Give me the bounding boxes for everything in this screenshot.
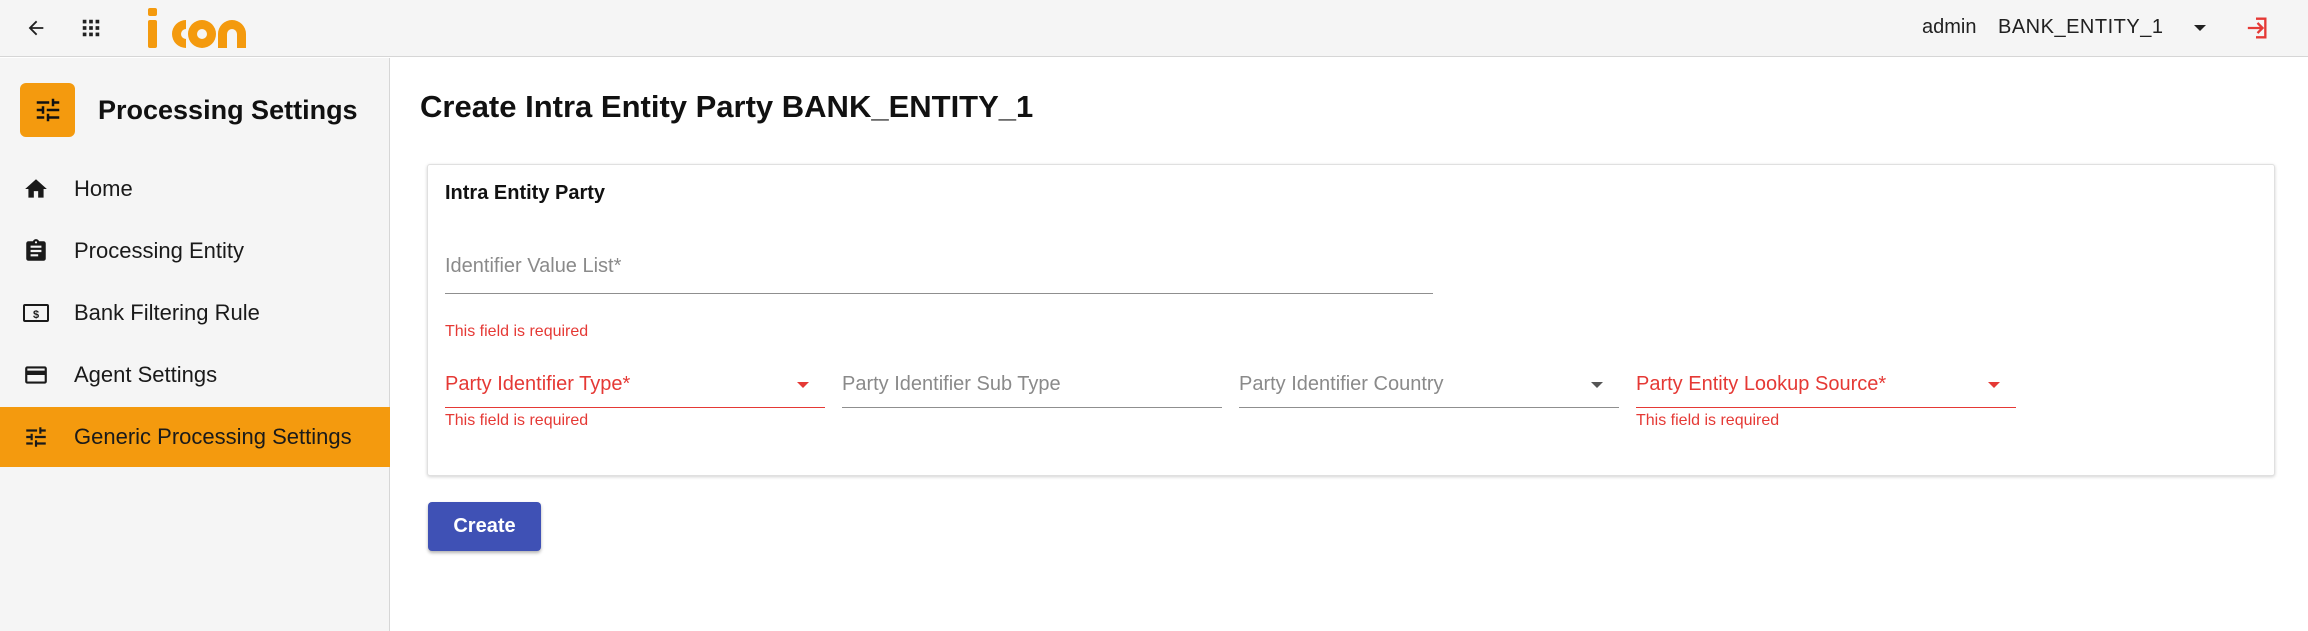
credit-card-icon: [22, 361, 50, 389]
sidebar-title: Processing Settings: [98, 95, 358, 125]
create-button[interactable]: Create: [428, 502, 541, 551]
chevron-down-icon: [793, 375, 813, 395]
sidebar-item-label: Bank Filtering Rule: [74, 300, 260, 325]
sidebar-item-label: Agent Settings: [74, 362, 218, 387]
app-icon: [20, 83, 75, 137]
clipboard-icon: [22, 237, 50, 265]
chevron-down-icon: [1984, 375, 2004, 395]
party-identifier-type-select[interactable]: Party Identifier Type*: [445, 371, 825, 411]
identifier-value-list-underline: [445, 293, 1433, 294]
entity-selector[interactable]: BANK_ENTITY_1: [1998, 16, 2163, 39]
sidebar-item-label: Generic Processing Settings: [74, 424, 352, 449]
chevron-down-icon: [1587, 375, 1607, 395]
sidebar-header: Processing Settings: [20, 83, 380, 137]
logout-button[interactable]: [2240, 12, 2272, 44]
identifier-value-list-label: Identifier Value List*: [445, 255, 622, 277]
svg-text:$: $: [33, 309, 39, 321]
party-identifier-sub-type-underline: [842, 407, 1222, 408]
sidebar-item-label: Home: [74, 176, 133, 201]
sidebar-item-agent-settings[interactable]: Agent Settings: [0, 345, 390, 405]
top-bar: admin BANK_ENTITY_1: [0, 0, 2308, 57]
party-entity-lookup-source-error: This field is required: [1636, 412, 1780, 429]
tune-icon: [36, 98, 59, 122]
entity-dropdown-button[interactable]: [2189, 17, 2211, 39]
home-icon: [22, 175, 50, 203]
logout-icon: [2247, 17, 2267, 39]
back-button[interactable]: [21, 13, 51, 43]
identifier-value-list-field[interactable]: Identifier Value List*: [445, 255, 1445, 295]
tune-icon: [22, 423, 50, 451]
party-identifier-sub-type-label: Party Identifier Sub Type: [842, 373, 1061, 395]
party-identifier-country-label: Party Identifier Country: [1239, 373, 1444, 395]
username: admin: [1922, 16, 1977, 38]
party-entity-lookup-source-underline: [1636, 407, 2016, 408]
party-identifier-country-select[interactable]: Party Identifier Country: [1239, 371, 1619, 411]
party-entity-lookup-source-select[interactable]: Party Entity Lookup Source*: [1636, 371, 2016, 411]
sidebar: Processing Settings Home Processing Enti…: [0, 58, 390, 631]
caret-down-icon: [2194, 25, 2206, 31]
sidebar-item-label: Processing Entity: [74, 238, 244, 263]
arrow-left-icon: [28, 20, 44, 36]
icon-logo: [148, 8, 246, 48]
sidebar-item-processing-entity[interactable]: Processing Entity: [0, 221, 390, 281]
apps-button[interactable]: [76, 13, 106, 43]
money-icon: $: [22, 299, 50, 327]
sidebar-item-bank-filtering-rule[interactable]: $ Bank Filtering Rule: [0, 283, 390, 343]
sidebar-item-generic-processing-settings[interactable]: Generic Processing Settings: [0, 407, 390, 467]
party-identifier-country-underline: [1239, 407, 1619, 408]
grid-icon: [82, 19, 100, 37]
page-title: Create Intra Entity Party BANK_ENTITY_1: [420, 89, 1034, 124]
party-identifier-type-label: Party Identifier Type*: [445, 373, 631, 395]
identifier-value-list-error: This field is required: [445, 323, 589, 340]
intra-entity-party-card: Intra Entity Party Identifier Value List…: [427, 164, 2275, 476]
party-identifier-sub-type-input[interactable]: Party Identifier Sub Type: [842, 371, 1222, 411]
party-identifier-type-error: This field is required: [445, 412, 589, 429]
sidebar-item-home[interactable]: Home: [0, 159, 390, 219]
card-title: Intra Entity Party: [445, 182, 606, 204]
party-entity-lookup-source-label: Party Entity Lookup Source*: [1636, 373, 1887, 395]
party-identifier-type-underline: [445, 407, 825, 408]
